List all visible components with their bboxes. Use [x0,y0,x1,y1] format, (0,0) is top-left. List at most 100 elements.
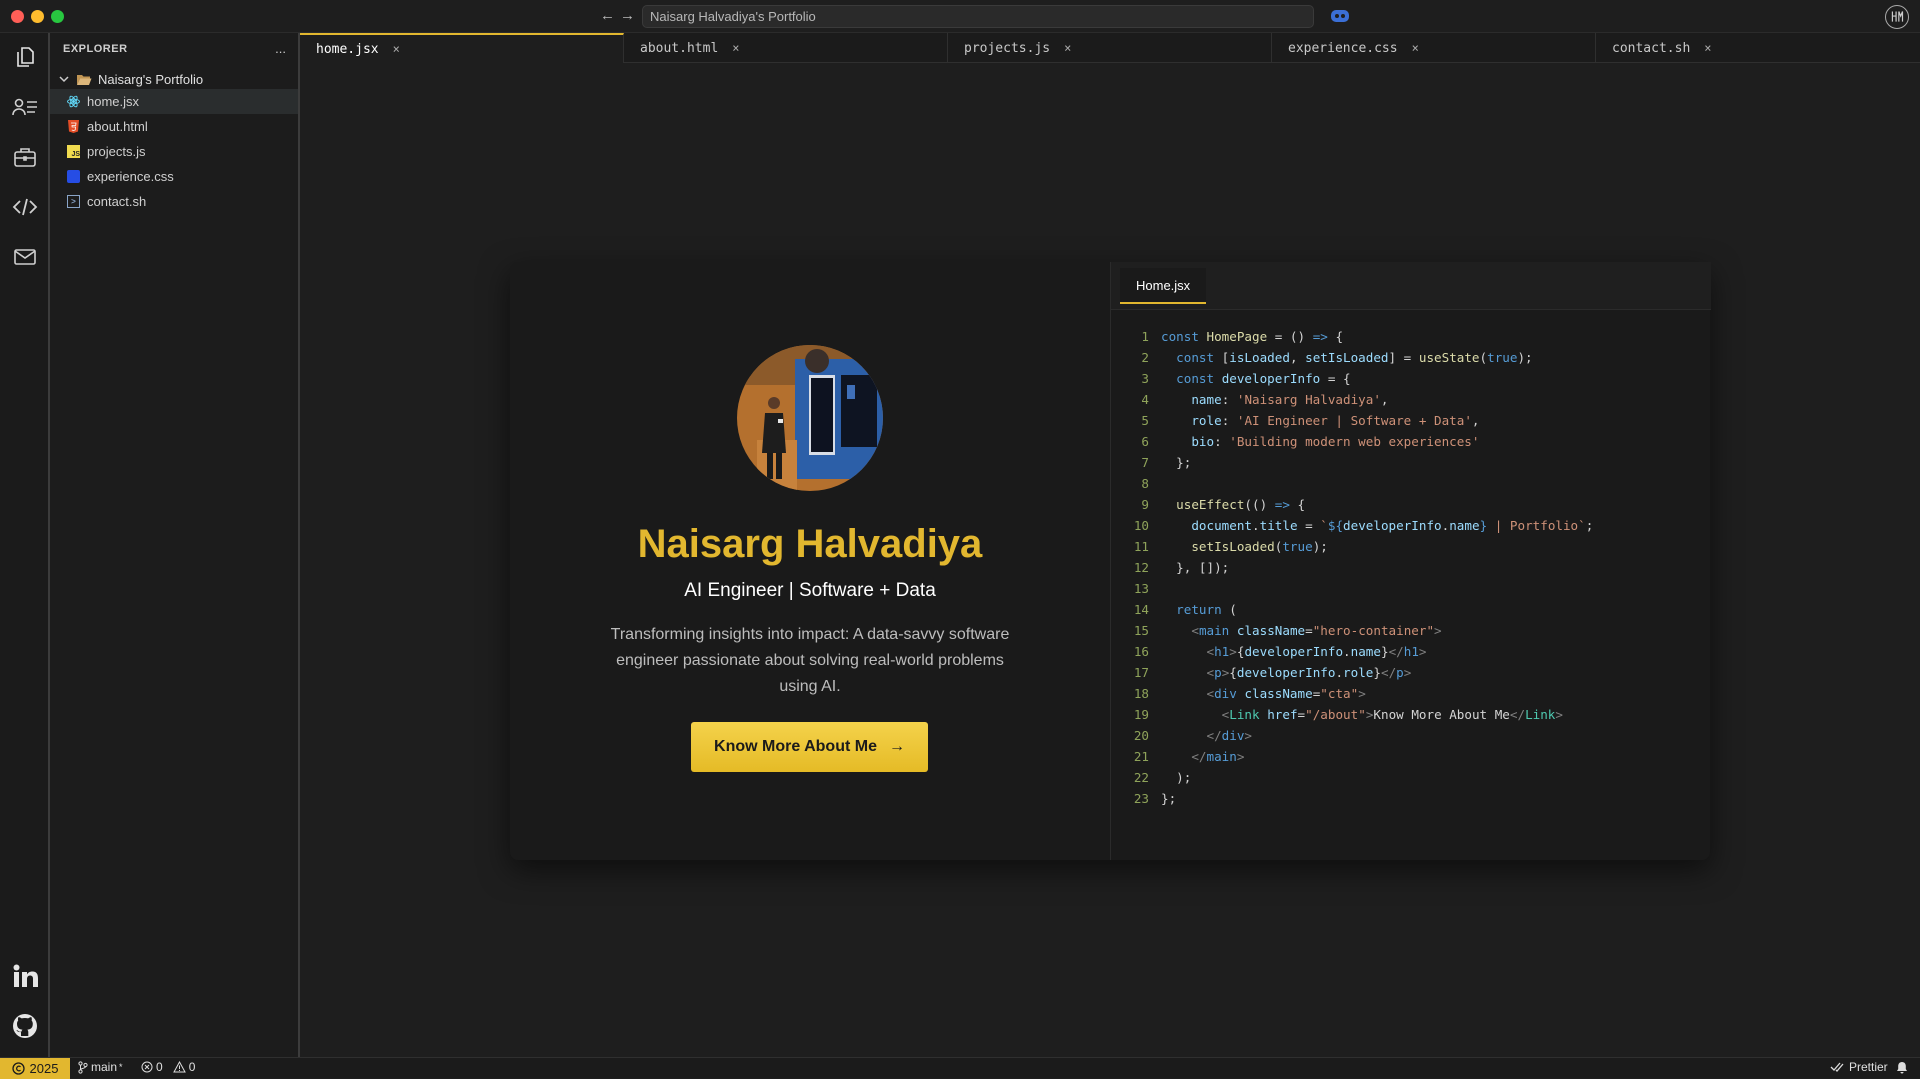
double-check-icon [1830,1062,1844,1072]
close-icon[interactable]: × [1064,41,1071,55]
tab-projects-js[interactable]: projects.js × [948,33,1272,63]
warning-count: 0 [188,1060,196,1074]
shell-icon: > [67,195,80,208]
status-bar: 2025 main * 0 0 Prettier [0,1057,1920,1079]
close-icon[interactable]: × [1412,41,1419,55]
file-label: about.html [87,119,148,134]
tab-experience-css[interactable]: experience.css × [1272,33,1596,63]
code-line: 23}; [1133,791,1177,806]
code-preview-tabs: Home.jsx [1111,262,1711,310]
code-line: 8 [1141,476,1149,491]
title-bar: ← → Naisarg Halvadiya's Portfolio [0,0,1920,33]
problems-indicator[interactable]: 0 0 [141,1060,195,1074]
year-label: 2025 [29,1061,59,1076]
code-line: 18 <div className="cta"> [1133,686,1366,701]
error-count: 0 [156,1060,163,1074]
js-icon: JS [67,145,80,158]
code-line: 14 return ( [1133,602,1237,617]
tab-home-jsx-preview[interactable]: Home.jsx [1120,268,1207,304]
code-preview-panel: Home.jsx 1 const HomePage = () => { 2 con… [1110,262,1711,860]
code-line: 16 <h1>{developerInfo.name}</h1> [1133,644,1427,659]
code-line: 21 </main> [1133,749,1245,764]
code-line: 1 const HomePage = () => { [1141,329,1344,344]
react-icon [67,95,80,108]
close-window-button[interactable] [11,10,24,23]
copilot-icon[interactable] [1330,8,1350,24]
tab-contact-sh[interactable]: contact.sh × [1596,33,1920,63]
code-line: 9 useEffect(() => { [1141,497,1306,512]
code-block: 1 const HomePage = () => { 2 const [isLoa… [1111,326,1711,809]
close-icon[interactable]: × [1704,41,1711,55]
arrow-right-icon: → [888,738,905,755]
explorer-sidebar: EXPLORER ... Naisarg's Portfolio home.js… [50,33,300,1057]
code-line: 10 document.title = `${developerInfo.nam… [1133,518,1594,533]
css-icon [67,170,80,183]
more-actions-icon[interactable]: ... [275,41,286,56]
editor-tab-bar: home.jsx × about.html × projects.js × exper… [300,33,1920,63]
mail-icon[interactable] [12,244,38,270]
command-center[interactable]: Naisarg Halvadiya's Portfolio [642,5,1314,28]
file-label: contact.sh [87,194,147,209]
github-icon[interactable] [12,1013,38,1039]
code-line: 7 }; [1141,455,1192,470]
hero-bio: Transforming insights into impact: A dat… [610,626,1010,695]
tab-home-jsx[interactable]: home.jsx × [300,33,624,63]
back-arrow-icon[interactable]: ← [600,7,615,24]
code-line: 13 [1133,581,1149,596]
close-icon[interactable]: × [393,42,400,56]
maximize-window-button[interactable] [51,10,64,23]
tab-label: home.jsx [316,41,379,57]
code-line: 6 bio: 'Building modern web experiences' [1141,434,1480,449]
code-line: 3 const developerInfo = { [1141,371,1351,386]
hero-role: AI Engineer | Software + Data [684,580,936,601]
hero-section: Naisarg Halvadiya AI Engineer | Software… [510,262,1110,860]
hero-card: Naisarg Halvadiya AI Engineer | Software… [510,262,1711,860]
tab-about-html[interactable]: about.html × [624,33,948,63]
code-line: 15 <main className="hero-container"> [1133,623,1442,638]
chevron-down-icon [59,76,69,83]
code-line: 19 <Link href="/about">Know More About M… [1133,707,1563,722]
profile-icon[interactable] [12,94,38,120]
minimize-window-button[interactable] [31,10,44,23]
tab-label: contact.sh [1612,40,1691,56]
account-icon[interactable] [1885,5,1909,29]
files-icon[interactable] [12,44,38,70]
git-branch-icon [78,1060,88,1074]
tab-label: projects.js [964,40,1051,56]
warning-icon [172,1061,186,1073]
file-label: projects.js [87,144,146,159]
briefcase-icon[interactable] [12,144,38,170]
branch-indicator[interactable]: main * [78,1060,123,1074]
code-line: 12 }, []); [1133,560,1230,575]
bell-icon[interactable] [1896,1061,1908,1074]
explorer-heading: EXPLORER [63,43,128,55]
formatter-label: Prettier [1849,1060,1888,1074]
linkedin-icon[interactable] [12,963,38,989]
tab-label: about.html [640,40,719,56]
explorer-file-about-html[interactable]: about.html [50,114,298,139]
code-icon[interactable] [12,194,38,220]
copyright-badge[interactable]: 2025 [0,1058,70,1079]
profile-photo [737,345,883,491]
explorer-file-experience-css[interactable]: experience.css [50,164,298,189]
file-label: home.jsx [87,94,140,109]
code-line: 17 <p>{developerInfo.role}</p> [1133,665,1412,680]
know-more-button[interactable]: Know More About Me → [691,722,928,772]
close-icon[interactable]: × [732,41,739,55]
portfolio-folder[interactable]: Naisarg's Portfolio [58,69,203,89]
error-icon [141,1061,153,1073]
code-line: 20 </div> [1133,728,1253,743]
forward-arrow-icon[interactable]: → [620,7,635,24]
prettier-indicator[interactable]: Prettier [1830,1060,1908,1074]
explorer-file-home-jsx[interactable]: home.jsx [50,89,298,114]
code-line: 4 name: 'Naisarg Halvadiya', [1141,392,1389,407]
tab-label: experience.css [1288,40,1398,56]
explorer-file-contact-sh[interactable]: > contact.sh [50,189,298,214]
code-line: 5 role: 'AI Engineer | Software + Data', [1141,413,1480,428]
branch-label: main [91,1060,118,1074]
html-icon [67,120,80,133]
explorer-file-projects-js[interactable]: JS projects.js [50,139,298,164]
file-label: experience.css [87,169,174,184]
code-line: 11 setIsLoaded(true); [1133,539,1328,554]
activity-bar [0,33,50,1057]
